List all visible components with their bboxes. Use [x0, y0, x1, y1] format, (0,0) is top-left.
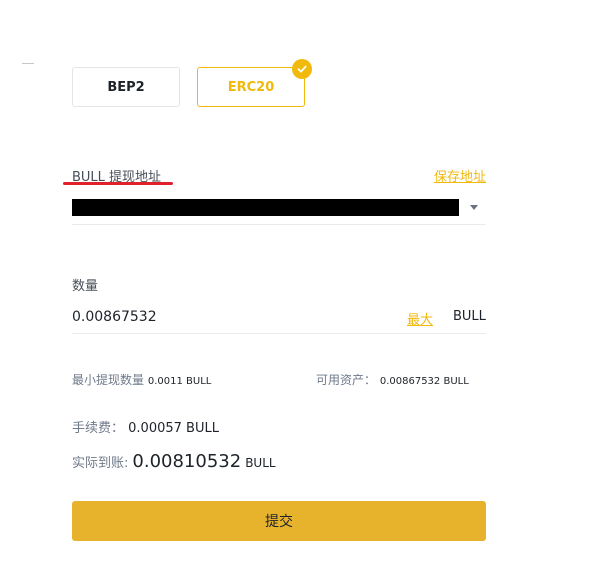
submit-button[interactable]: 提交	[72, 501, 486, 541]
min-withdraw-value: 0.0011 BULL	[147, 376, 212, 387]
check-icon	[292, 59, 312, 79]
available-label: 可用资产：	[316, 373, 377, 387]
received-unit: BULL	[245, 456, 276, 470]
fee-value: 0.00057 BULL	[128, 421, 219, 436]
available-value: 0.00867532 BULL	[379, 376, 469, 387]
available-row: 可用资产： 0.00867532 BULL	[316, 371, 469, 388]
min-withdraw-row: 最小提现数量 0.0011 BULL	[72, 371, 211, 388]
max-button[interactable]: 最大	[407, 309, 433, 328]
save-address-link[interactable]: 保存地址	[434, 166, 486, 185]
network-option-erc20[interactable]: ERC20	[197, 59, 312, 107]
quantity-input[interactable]: 0.00867532	[72, 309, 157, 325]
fee-label: 手续费：	[72, 421, 125, 436]
address-input-redacted[interactable]	[72, 199, 459, 216]
quantity-divider	[72, 333, 486, 334]
quantity-unit: BULL	[453, 309, 486, 324]
min-withdraw-label: 最小提现数量	[72, 373, 145, 387]
chevron-down-icon[interactable]	[470, 205, 478, 210]
received-label: 实际到账:	[72, 456, 129, 471]
network-option-label: ERC20	[227, 79, 275, 95]
received-row: 实际到账: 0.00810532 BULL	[72, 451, 276, 472]
divider-dash	[22, 63, 34, 64]
highlight-underline	[63, 182, 173, 185]
network-option-bep2[interactable]: BEP2	[72, 67, 180, 107]
address-divider	[72, 224, 486, 225]
fee-row: 手续费： 0.00057 BULL	[72, 417, 219, 436]
network-option-label: BEP2	[107, 79, 145, 95]
received-amount: 0.00810532	[132, 451, 242, 472]
quantity-label: 数量	[72, 279, 99, 294]
